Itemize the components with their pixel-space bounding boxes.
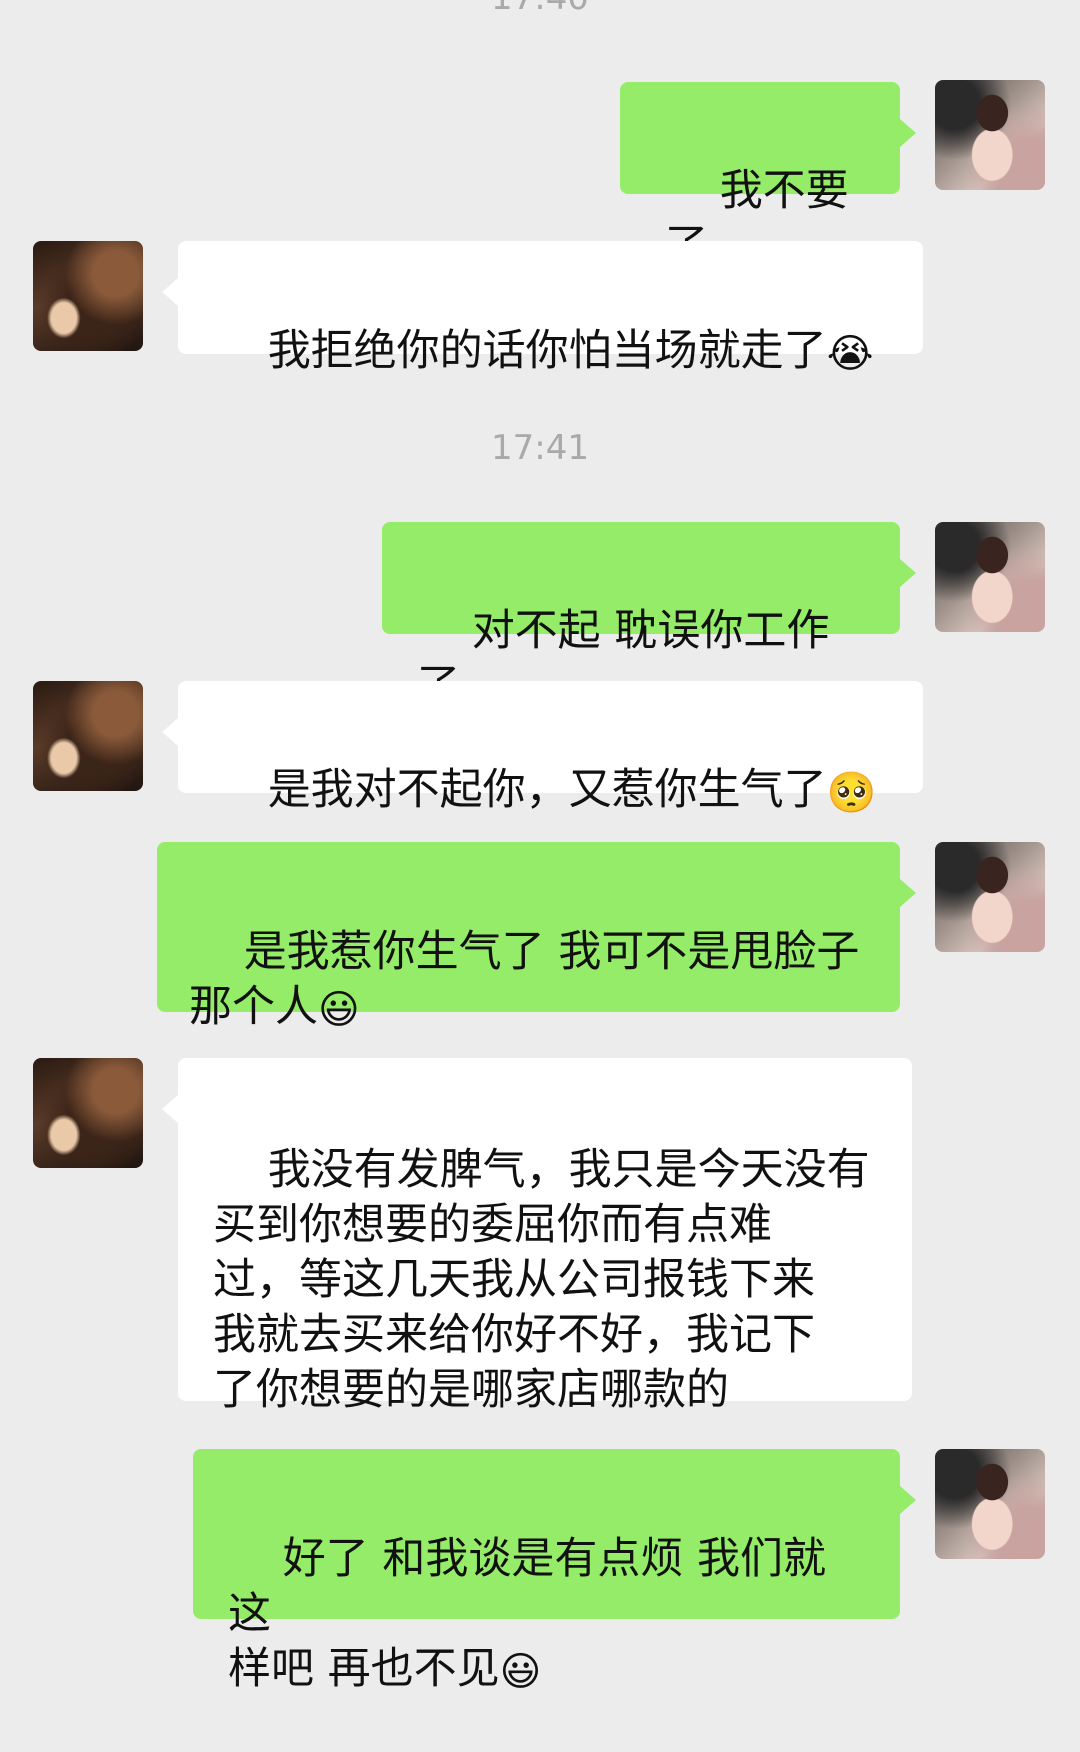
smiley-emoji-icon: 😃 <box>318 986 360 1033</box>
self-avatar[interactable] <box>935 1449 1045 1559</box>
message-text: 是我惹你生气了 我可不是甩脸子 那个人 <box>189 927 860 1032</box>
chat-conversation: 17:40 我不要了 我拒绝你的话你怕当场就走了😭 17:41 对不起 耽误你工… <box>0 0 1080 1695</box>
message-bubble-self[interactable]: 好了 和我谈是有点烦 我们就这 样吧 再也不见😃 <box>193 1449 916 1695</box>
message-bubble-self[interactable]: 是我惹你生气了 我可不是甩脸子 那个人😃 <box>157 842 916 1033</box>
self-avatar[interactable] <box>935 522 1045 632</box>
message-bubble-self[interactable]: 对不起 耽误你工作了 <box>382 522 916 711</box>
self-avatar[interactable] <box>935 80 1045 190</box>
message-text: 我没有发脾气，我只是今天没有 买到你想要的委屈你而有点难 过，等这几天我从公司报… <box>213 1145 870 1415</box>
self-avatar[interactable] <box>935 842 1045 952</box>
contact-avatar[interactable] <box>33 1058 143 1168</box>
message-bubble-other[interactable]: 我拒绝你的话你怕当场就走了😭 <box>162 241 923 377</box>
message-bubble-other[interactable]: 我没有发脾气，我只是今天没有 买到你想要的委屈你而有点难 过，等这几天我从公司报… <box>162 1058 912 1415</box>
timestamp: 17:40 <box>0 0 1080 18</box>
message-text: 是我对不起你，又惹你生气了 <box>267 765 827 815</box>
contact-avatar[interactable] <box>33 241 143 351</box>
message-text: 我拒绝你的话你怕当场就走了 <box>267 326 827 376</box>
smiley-emoji-icon: 😃 <box>499 1648 542 1695</box>
pleading-face-emoji-icon: 🥺 <box>826 769 877 816</box>
loudly-crying-emoji-icon: 😭 <box>826 330 874 377</box>
message-bubble-self[interactable]: 我不要了 <box>620 82 916 271</box>
timestamp: 17:41 <box>491 428 589 468</box>
contact-avatar[interactable] <box>33 681 143 791</box>
message-bubble-other[interactable]: 是我对不起你，又惹你生气了🥺 <box>162 681 923 816</box>
